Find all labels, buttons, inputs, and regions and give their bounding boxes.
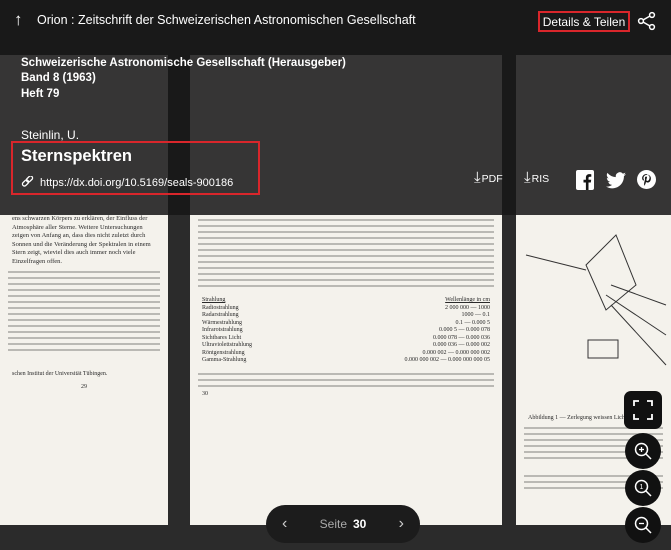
prism-figure: [525, 234, 667, 366]
zoom-out-button[interactable]: [625, 507, 661, 543]
scan-table-cell: 0.1 — 0.000 5: [455, 319, 491, 326]
author[interactable]: Steinlin, U.: [21, 128, 79, 142]
back-arrow-icon[interactable]: ↑: [14, 10, 23, 30]
issue: Heft 79: [21, 88, 60, 100]
zoom-out-icon: [634, 516, 652, 534]
page-label: Seite: [319, 517, 347, 531]
volume: Band 8 (1963): [21, 72, 96, 84]
download-ris-label: RIS: [531, 173, 550, 185]
facebook-icon[interactable]: [576, 170, 594, 195]
download-icon: ⤓: [524, 169, 531, 186]
scan-table-cell: 0.000 000 002 — 0.000 000 000 05: [404, 357, 491, 363]
scan-table: Radiostrahlung 2 000 000 — 1000 Radarstrah…: [190, 305, 502, 365]
scan-page-number: 29: [81, 384, 87, 391]
scan-table-cell: Ultraviolettstrahlung: [202, 342, 252, 348]
scan-paragraph: ens schwarzen Körpers zu erklären, der E…: [12, 215, 151, 265]
scan-table-cell: 2 000 000 — 1000: [445, 304, 490, 311]
top-bar: ↑ Orion : Zeitschrift der Schweizerische…: [0, 0, 671, 44]
twitter-icon[interactable]: [606, 172, 626, 194]
scan-table-col2: Wellenlänge in cm: [445, 297, 490, 303]
scan-table-row: Radarstrahlung 1000 — 0.1: [202, 312, 490, 320]
scan-table-cell: 0.000 5 — 0.000 078: [439, 327, 490, 333]
scan-table-cell: Röntgenstrahlung: [202, 349, 245, 356]
scan-table-cell: 0.000 078 — 0.000 036: [433, 334, 490, 341]
page-number: 30: [353, 517, 367, 531]
scan-table-col1: Strahlung: [202, 297, 226, 303]
zoom-in-icon: [634, 442, 652, 460]
download-pdf-button[interactable]: ⤓ PDF: [474, 169, 503, 186]
download-pdf-label: PDF: [481, 173, 503, 185]
fullscreen-icon: [633, 400, 653, 420]
scan-table-cell: Radarstrahlung: [202, 312, 239, 318]
scan-table-cell: Sichtbares Licht: [202, 334, 242, 341]
page-title: Orion : Zeitschrift der Schweizerischen …: [37, 13, 416, 27]
fullscreen-button[interactable]: [624, 391, 662, 429]
link-icon: [21, 176, 34, 187]
scan-table-row: Sichtbares Licht 0.000 078 — 0.000 036: [202, 335, 490, 343]
scan-table-cell: 0.000 036 — 0.000 002: [433, 342, 490, 348]
scan-table-row: Ultraviolettstrahlung 0.000 036 — 0.000 0…: [202, 342, 490, 350]
share-icon[interactable]: [637, 11, 657, 31]
publisher: Schweizerische Astronomische Gesellschaf…: [21, 57, 346, 69]
scan-table-cell: 0.000 002 — 0.000 000 002: [422, 349, 491, 356]
metadata-overlay: ↑ Orion : Zeitschrift der Schweizerische…: [0, 0, 671, 215]
scan-table-cell: Radiostrahlung: [202, 304, 239, 311]
pinterest-icon[interactable]: [637, 170, 656, 194]
scan-table-row: Gamma-Strahlung 0.000 000 002 — 0.000 000…: [202, 357, 490, 365]
scan-table-cell: Wärmestrahlung: [202, 319, 242, 326]
article-title: Sternspektren: [21, 147, 132, 165]
scan-table-row: Infrarotstrahlung 0.000 5 — 0.000 078: [202, 327, 490, 335]
zoom-reset-button[interactable]: 1: [625, 470, 661, 506]
scan-table-cell: Gamma-Strahlung: [202, 357, 247, 363]
scan-table-row: Röntgenstrahlung 0.000 002 — 0.000 000 00…: [202, 350, 490, 358]
zoom-reset-icon: 1: [634, 479, 652, 497]
next-page-icon[interactable]: ›: [399, 515, 404, 533]
scan-page-number: 30: [202, 390, 208, 397]
previous-page-icon[interactable]: ‹: [282, 515, 287, 533]
download-icon: ⤓: [474, 169, 481, 186]
details-share-button[interactable]: Details & Teilen: [538, 11, 630, 32]
svg-text:1: 1: [640, 484, 644, 491]
scan-table-row: Wärmestrahlung 0.1 — 0.000 5: [202, 320, 490, 328]
page-navigator: ‹ Seite 30 ›: [266, 505, 420, 543]
scan-footer-note: schen Institut der Universität Tübingen.: [12, 370, 108, 377]
doi-text: https://dx.doi.org/10.5169/seals-900186: [40, 176, 234, 189]
scan-table-cell: Infrarotstrahlung: [202, 327, 243, 333]
download-ris-button[interactable]: ⤓ RIS: [524, 169, 550, 186]
zoom-in-button[interactable]: [625, 433, 661, 469]
page-indicator: Seite 30: [320, 517, 367, 531]
scan-table-row: Radiostrahlung 2 000 000 — 1000: [202, 305, 490, 313]
scan-table-cell: 1000 — 0.1: [461, 312, 491, 318]
doi-link[interactable]: https://dx.doi.org/10.5169/seals-900186: [21, 176, 233, 189]
